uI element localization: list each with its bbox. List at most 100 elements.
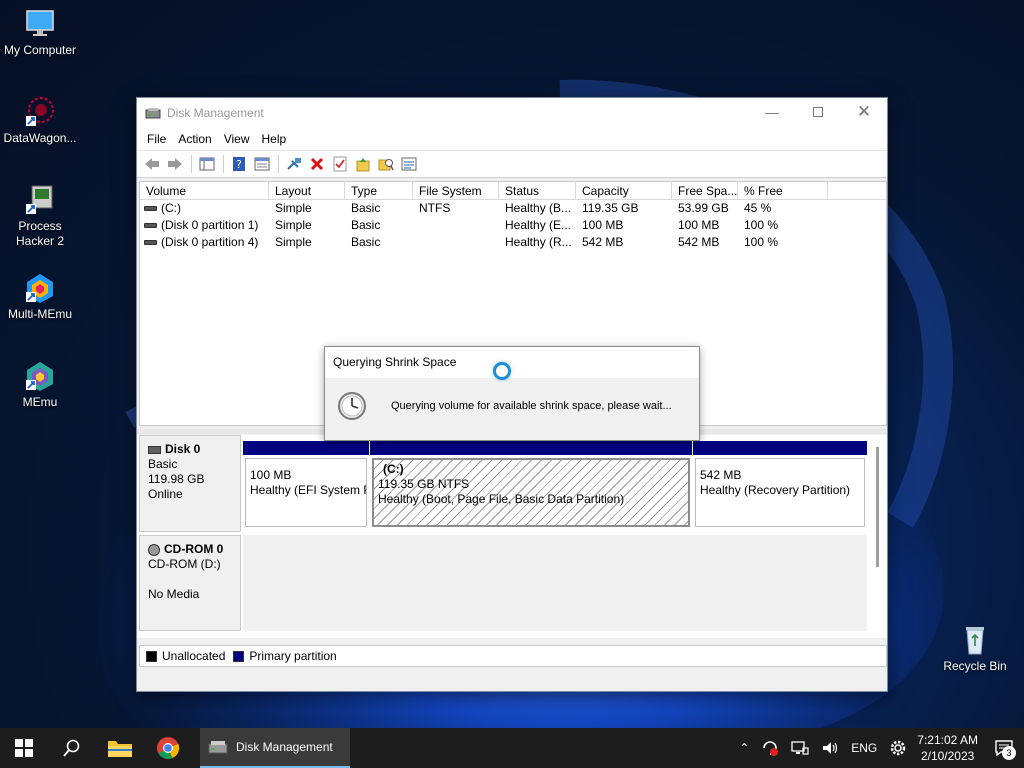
cell-percent-free: 45 % (744, 201, 772, 215)
delete-x-icon (310, 157, 324, 171)
desktop-icon-multi-memu[interactable]: Multi-MEmu (0, 272, 80, 322)
desktop-icon-process-hacker[interactable]: Process Hacker 2 (0, 184, 80, 249)
menu-view[interactable]: View (218, 132, 256, 146)
show-hide-console-tree-button[interactable] (196, 154, 218, 174)
disk-0-partitions: 100 MB Healthy (EFI System P (C:) 119.35… (243, 441, 867, 529)
menu-help[interactable]: Help (256, 132, 293, 146)
file-explorer-button[interactable] (96, 728, 144, 768)
column-header-free-space[interactable]: Free Spa... (672, 182, 738, 199)
search-icon (63, 739, 80, 757)
cdrom-0-area[interactable] (243, 535, 867, 631)
help-icon: ? (233, 157, 245, 171)
vertical-scrollbar[interactable] (876, 447, 879, 567)
desktop-icon-label: DataWagon... (3, 131, 77, 145)
partition-efi[interactable]: 100 MB Healthy (EFI System P (243, 441, 369, 529)
volume-name: (Disk 0 partition 4) (161, 235, 259, 249)
notification-center-button[interactable]: 3 (984, 728, 1024, 768)
desktop-icon-datawagon[interactable]: DataWagon... (0, 96, 80, 146)
querying-shrink-space-dialog: Querying Shrink Space Querying volume fo… (324, 346, 700, 441)
taskbar-disk-management[interactable]: Disk Management (200, 728, 350, 768)
cell-percent-free: 100 % (744, 218, 779, 232)
view-button[interactable] (398, 154, 420, 174)
column-header-layout[interactable]: Layout (269, 182, 345, 199)
cdrom-icon (148, 543, 160, 556)
table-row[interactable]: (Disk 0 partition 4) Simple Basic Health… (140, 234, 886, 251)
title-bar[interactable]: Disk Management — ✕ (137, 98, 887, 128)
show-hidden-icons-button[interactable]: ⌃ (739, 741, 749, 755)
menu-action[interactable]: Action (172, 132, 217, 146)
cell-layout: Simple (275, 218, 312, 232)
window-title: Disk Management (167, 106, 264, 120)
toolbar-separator (278, 155, 279, 173)
properties-button[interactable] (251, 154, 273, 174)
maximize-button[interactable] (795, 98, 841, 126)
datawagon-icon (24, 96, 56, 128)
close-button[interactable]: ✕ (841, 98, 887, 126)
cdrom-0-label[interactable]: CD-ROM 0 CD-ROM (D:) No Media (139, 535, 241, 631)
language-indicator[interactable]: ENG (851, 741, 877, 755)
volume-list-header: Volume Layout Type File System Status Ca… (140, 182, 886, 200)
column-header-status[interactable]: Status (499, 182, 576, 199)
cell-file-system: NTFS (419, 201, 451, 215)
forward-button[interactable] (164, 154, 186, 174)
desktop-icon-memu[interactable]: MEmu (0, 360, 80, 410)
properties-icon (254, 157, 270, 171)
cell-status: Healthy (B... (505, 201, 572, 215)
clock-time: 7:21:02 AM (917, 733, 978, 747)
column-header-file-system[interactable]: File System (413, 182, 499, 199)
volume-name: (C:) (161, 201, 181, 215)
partition-status: Healthy (Boot, Page File, Basic Data Par… (378, 492, 625, 506)
desktop-icon-label: Recycle Bin (943, 659, 1007, 673)
cell-free-space: 53.99 GB (678, 201, 729, 215)
clock-icon (338, 392, 366, 420)
partition-size: 100 MB (250, 468, 292, 482)
settings-button[interactable] (889, 739, 907, 757)
delete-button[interactable] (306, 154, 328, 174)
connect-disk-button[interactable] (283, 154, 305, 174)
back-arrow-icon (145, 158, 159, 170)
search-folder-button[interactable] (375, 154, 397, 174)
column-header-capacity[interactable]: Capacity (576, 182, 672, 199)
sync-alert-icon[interactable] (761, 740, 779, 756)
cell-capacity: 542 MB (582, 235, 624, 249)
menu-file[interactable]: File (141, 132, 172, 146)
disk-0-label[interactable]: Disk 0 Basic 119.98 GB Online (139, 435, 241, 532)
partition-title: (C:) (383, 462, 404, 476)
drive-icon (144, 240, 157, 245)
column-header-percent-free[interactable]: % Free (738, 182, 828, 199)
volume-name: (Disk 0 partition 1) (161, 218, 259, 232)
svg-text:?: ? (236, 158, 242, 171)
clock[interactable]: 7:21:02 AM 2/10/2023 (917, 732, 978, 764)
folder-up-button[interactable] (352, 154, 374, 174)
column-header-volume[interactable]: Volume (140, 182, 269, 199)
dialog-title-bar[interactable]: Querying Shrink Space (325, 347, 699, 380)
volume-icon[interactable] (821, 740, 839, 756)
drive-icon (144, 206, 157, 211)
partition-status: Healthy (EFI System P (250, 483, 367, 497)
check-button[interactable] (329, 154, 351, 174)
column-header-type[interactable]: Type (345, 182, 413, 199)
clock-date: 2/10/2023 (920, 749, 975, 763)
partition-recovery[interactable]: 542 MB Healthy (Recovery Partition) (693, 441, 867, 529)
cell-status: Healthy (E... (505, 218, 572, 232)
toolbar: ? (137, 150, 887, 178)
back-button[interactable] (141, 154, 163, 174)
table-row[interactable]: (C:) Simple Basic NTFS Healthy (B... 119… (140, 200, 886, 217)
minimize-button[interactable]: — (749, 98, 795, 126)
legend: Unallocated Primary partition (139, 645, 887, 667)
disk-graphical-view: Disk 0 Basic 119.98 GB Online 100 MB Hea… (137, 435, 887, 638)
partition-c[interactable]: (C:) 119.35 GB NTFS Healthy (Boot, Page … (370, 441, 692, 529)
search-button[interactable] (48, 728, 96, 768)
help-button[interactable]: ? (228, 154, 250, 174)
cell-file-system (413, 217, 499, 234)
cdrom-name: CD-ROM 0 (164, 542, 224, 556)
taskbar: Disk Management ⌃ ENG 7:21:02 AM 2/10/20… (0, 728, 1024, 768)
chrome-icon (157, 737, 180, 759)
partition-size: 119.35 GB NTFS (378, 477, 470, 491)
chrome-button[interactable] (144, 728, 192, 768)
desktop-icon-recycle-bin[interactable]: Recycle Bin (935, 624, 1015, 674)
desktop-icon-my-computer[interactable]: My Computer (0, 8, 80, 58)
network-icon[interactable] (791, 740, 809, 756)
table-row[interactable]: (Disk 0 partition 1) Simple Basic Health… (140, 217, 886, 234)
start-button[interactable] (0, 728, 48, 768)
